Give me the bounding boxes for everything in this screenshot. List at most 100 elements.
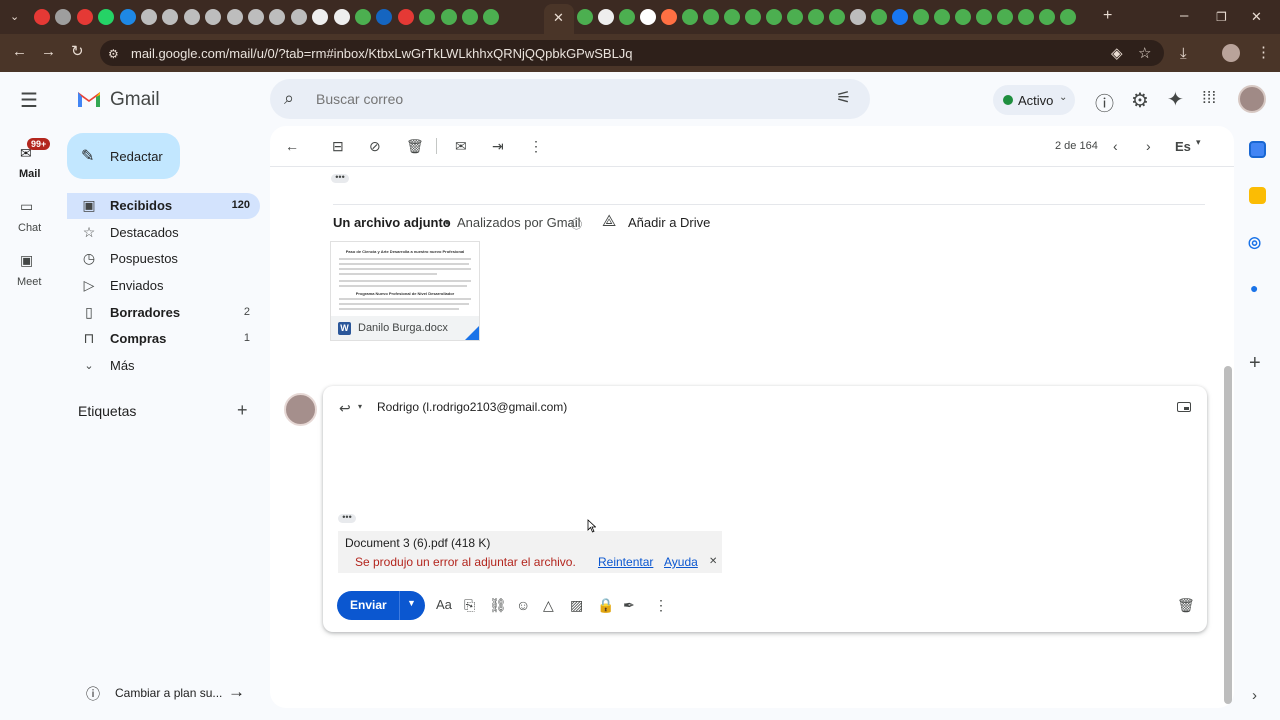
- signature-icon[interactable]: ✒: [623, 597, 635, 614]
- tab-search-icon[interactable]: ⌄: [10, 9, 19, 25]
- settings-gear-icon[interactable]: ⚙: [1131, 88, 1149, 113]
- tab-favicon[interactable]: [913, 9, 929, 25]
- browser-menu-icon[interactable]: ⋮: [1256, 45, 1271, 61]
- tab-favicon[interactable]: [98, 9, 115, 25]
- tab-favicon[interactable]: [440, 9, 457, 25]
- back-to-inbox-icon[interactable]: ←: [285, 138, 299, 154]
- help-icon[interactable]: ⓘ: [1095, 89, 1114, 116]
- rail-mail-label[interactable]: Mail: [19, 168, 40, 180]
- tab-favicon[interactable]: [724, 9, 740, 25]
- tab-favicon[interactable]: [1039, 9, 1055, 25]
- more-options-icon[interactable]: ⋮: [654, 597, 668, 614]
- tab-favicon[interactable]: [205, 9, 222, 25]
- search-bar[interactable]: ⌕ ⚟: [270, 79, 870, 119]
- site-info-icon[interactable]: ⚙: [108, 46, 119, 62]
- tab-favicon[interactable]: [397, 9, 414, 25]
- tab-favicon[interactable]: [661, 9, 677, 25]
- sender-avatar[interactable]: [284, 393, 317, 426]
- bookmark-star-icon[interactable]: ☆: [1138, 46, 1151, 62]
- download-icon[interactable]: ⤓: [1180, 46, 1187, 62]
- close-tab-icon[interactable]: ✕: [553, 10, 564, 26]
- sidebar-item-mas[interactable]: ⌄ Más: [67, 353, 260, 379]
- report-spam-icon[interactable]: ⊘: [369, 138, 381, 155]
- show-trimmed-content-icon[interactable]: •••: [331, 173, 349, 183]
- tab-favicon[interactable]: [766, 9, 782, 25]
- tab-favicon[interactable]: [462, 9, 478, 25]
- attach-file-icon[interactable]: ⎘: [464, 597, 475, 614]
- back-icon[interactable]: ←: [12, 44, 27, 60]
- chat-icon[interactable]: ▭: [20, 198, 33, 215]
- lens-icon[interactable]: ◈: [1111, 46, 1123, 62]
- tab-favicon[interactable]: [162, 9, 179, 25]
- newer-icon[interactable]: ‹: [1113, 138, 1118, 154]
- tab-favicon[interactable]: [248, 9, 264, 25]
- tab-favicon[interactable]: [997, 9, 1013, 25]
- reply-type-icon[interactable]: ↩: [339, 400, 351, 417]
- tab-favicon[interactable]: [598, 9, 614, 25]
- tab-favicon[interactable]: [871, 9, 887, 25]
- rail-mail[interactable]: ✉ 99+: [12, 138, 51, 168]
- window-close-icon[interactable]: ✕: [1251, 9, 1262, 25]
- tab-favicon[interactable]: [619, 9, 635, 25]
- retry-link[interactable]: Reintentar: [598, 555, 653, 569]
- upgrade-plan-link[interactable]: ⓘ Cambiar a plan su... →: [74, 680, 256, 706]
- tab-favicon[interactable]: [745, 9, 761, 25]
- tab-favicon[interactable]: [141, 9, 157, 25]
- tab-favicon[interactable]: [483, 9, 500, 25]
- sidebar-item-enviados[interactable]: ▷ Enviados: [67, 273, 260, 299]
- input-tools-lang[interactable]: Es: [1175, 139, 1191, 154]
- tab-favicon[interactable]: [682, 9, 698, 25]
- tab-favicon[interactable]: [829, 9, 845, 25]
- meet-icon[interactable]: ▣: [20, 252, 33, 269]
- sidebar-item-compras[interactable]: ⊓ Compras 1: [67, 326, 260, 352]
- archive-icon[interactable]: ⊟: [332, 138, 344, 155]
- search-icon[interactable]: ⌕: [284, 88, 294, 109]
- status-selector[interactable]: Activo ⌄: [993, 85, 1075, 115]
- forward-icon[interactable]: →: [41, 44, 56, 60]
- older-icon[interactable]: ›: [1146, 138, 1151, 154]
- formatting-options-icon[interactable]: Aa: [436, 597, 452, 612]
- profile-avatar[interactable]: [1222, 44, 1240, 62]
- tab-favicon[interactable]: [892, 9, 908, 25]
- compose-button[interactable]: ✎ Redactar: [67, 133, 180, 179]
- main-menu-icon[interactable]: ☰: [20, 88, 38, 113]
- tab-favicon[interactable]: [419, 9, 436, 25]
- reply-body-editor[interactable]: [335, 432, 1195, 502]
- remove-attachment-icon[interactable]: ✕: [709, 556, 717, 567]
- more-options-icon[interactable]: ⋮: [529, 138, 543, 155]
- tab-favicon[interactable]: [934, 9, 950, 25]
- tab-favicon[interactable]: [269, 9, 286, 25]
- scrollbar-thumb[interactable]: [1224, 366, 1232, 704]
- minimize-icon[interactable]: –: [1180, 8, 1188, 24]
- tab-favicon[interactable]: [1060, 9, 1076, 25]
- drive-add-icon[interactable]: ⟁: [602, 213, 616, 231]
- contacts-icon[interactable]: ●: [1250, 280, 1258, 296]
- tab-favicon[interactable]: [640, 9, 656, 25]
- tab-favicon[interactable]: [787, 9, 803, 25]
- tab-favicon[interactable]: [183, 9, 200, 25]
- show-side-panel-icon[interactable]: ›: [1252, 687, 1257, 704]
- tab-favicon[interactable]: [55, 9, 72, 25]
- emoji-icon[interactable]: ☺: [516, 597, 530, 613]
- tab-favicon[interactable]: [376, 9, 393, 25]
- tab-favicon[interactable]: [808, 9, 824, 25]
- gemini-sparkle-icon[interactable]: ✦: [1167, 87, 1184, 112]
- tab-favicon[interactable]: [355, 9, 371, 25]
- sidebar-item-borradores[interactable]: ▯ Borradores 2: [67, 300, 260, 326]
- account-avatar[interactable]: [1238, 85, 1266, 113]
- maximize-icon[interactable]: ❐: [1216, 9, 1227, 25]
- add-label-icon[interactable]: +: [237, 400, 248, 421]
- sidebar-item-destacados[interactable]: ☆ Destacados: [67, 220, 260, 246]
- tab-favicon[interactable]: [312, 9, 329, 25]
- delete-icon[interactable]: 🗑: [406, 138, 424, 155]
- add-to-drive-button[interactable]: Añadir a Drive: [628, 215, 710, 230]
- send-button[interactable]: Enviar: [337, 591, 399, 620]
- tab-favicon[interactable]: [76, 9, 93, 25]
- insert-photo-icon[interactable]: ▨: [570, 597, 583, 614]
- url-text[interactable]: mail.google.com/mail/u/0/?tab=rm#inbox/K…: [131, 46, 633, 61]
- rail-chat-label[interactable]: Chat: [18, 222, 41, 234]
- gmail-logo[interactable]: [76, 89, 102, 114]
- reload-icon[interactable]: ↻: [71, 44, 84, 60]
- popout-icon[interactable]: [1177, 402, 1191, 412]
- sidebar-item-pospuestos[interactable]: ◷ Pospuestos: [67, 246, 260, 272]
